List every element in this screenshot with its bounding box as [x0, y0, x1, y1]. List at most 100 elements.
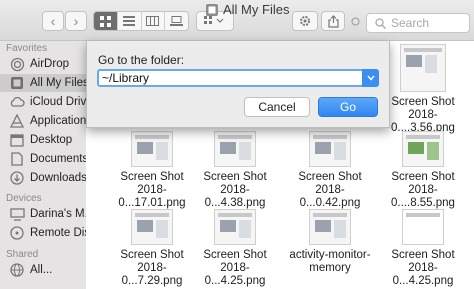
share-icon: [327, 14, 339, 28]
share-button[interactable]: [321, 11, 345, 31]
columns-icon: [146, 16, 160, 26]
tags-button[interactable]: [348, 11, 362, 31]
disc-icon: [9, 225, 25, 241]
file-name-line2: 2018-0...17.01.png: [118, 184, 186, 209]
applications-icon: [9, 113, 25, 129]
window-title-text: All My Files: [223, 2, 290, 17]
file-thumbnail: [214, 131, 256, 167]
sidebar-item-label: All...: [30, 264, 53, 276]
sidebar-item-airdrop[interactable]: AirDrop: [0, 55, 86, 73]
go-button[interactable]: Go: [318, 97, 378, 117]
file-name-line1: Screen Shot: [203, 171, 267, 183]
file-thumbnail: [402, 209, 444, 245]
file-item[interactable]: Screen Shot 2018-0...4.25.png: [378, 209, 468, 288]
file-name-line1: Screen Shot: [203, 249, 267, 261]
chevron-left-icon: ‹: [50, 13, 56, 29]
forward-button[interactable]: ›: [65, 11, 87, 31]
file-name-line1: Screen Shot: [391, 171, 455, 183]
go-to-folder-label: Go to the folder:: [98, 53, 185, 67]
list-view-button[interactable]: [118, 12, 142, 30]
sidebar-item-darinas-mac[interactable]: Darina's M...: [0, 205, 86, 223]
column-view-button[interactable]: [142, 12, 166, 30]
cancel-button[interactable]: Cancel: [244, 97, 310, 117]
file-name-line2: 2018-0...4.25.png: [392, 262, 454, 287]
devices-heading: Devices: [6, 193, 42, 204]
gear-button[interactable]: [292, 11, 318, 31]
downloads-icon: [9, 170, 25, 186]
file-name-line2: 2018-0...4.38.png: [204, 184, 266, 209]
icon-view-button[interactable]: [94, 12, 118, 30]
sidebar-item-label: Darina's M...: [30, 208, 86, 220]
documents-icon: [9, 151, 25, 167]
sidebar-item-label: All My Files: [30, 77, 86, 89]
computer-icon: [9, 206, 25, 222]
file-item[interactable]: Screen Shot 2018-0....3.56.png: [378, 44, 468, 135]
file-item[interactable]: Screen Shot 2018-0...4.25.png: [190, 209, 280, 288]
file-thumbnail: [131, 209, 173, 245]
file-thumbnail: [309, 209, 351, 245]
sidebar-item-label: iCloud Drive: [30, 96, 86, 108]
file-thumbnail: [131, 131, 173, 167]
file-item[interactable]: Screen Shot 2018-0...7.29.png: [107, 209, 197, 288]
network-icon: [9, 262, 25, 278]
cloud-icon: [9, 94, 25, 110]
sidebar-item-documents[interactable]: Documents: [0, 150, 86, 168]
all-files-icon: [9, 75, 25, 91]
file-item[interactable]: Screen Shot 2018-0....8.55.png: [378, 131, 468, 210]
sidebar-item-remote-disc[interactable]: Remote Disc: [0, 224, 86, 242]
file-name-line2: 2018-0...0.42.png: [299, 184, 361, 209]
file-name-line2: 2018-0...7.29.png: [121, 262, 183, 287]
go-to-folder-dialog: Go to the folder: ~/Library Cancel Go: [86, 41, 390, 128]
file-name-line1: Screen Shot: [120, 171, 184, 183]
path-history-dropdown[interactable]: [362, 69, 379, 87]
search-placeholder: Search: [391, 16, 430, 30]
search-icon: [375, 17, 386, 29]
file-name-line1: Screen Shot: [298, 171, 362, 183]
file-item[interactable]: activity-monitor- memory: [285, 209, 375, 275]
sidebar-item-applications[interactable]: Applications: [0, 112, 86, 130]
folder-path-input[interactable]: ~/Library: [97, 69, 379, 87]
file-thumbnail: [400, 44, 446, 92]
back-button[interactable]: ‹: [42, 11, 64, 31]
grid-icon: [99, 15, 111, 27]
sidebar-item-all-shared[interactable]: All...: [0, 261, 86, 279]
view-mode-control: [93, 11, 189, 31]
file-thumbnail: [214, 209, 256, 245]
file-name-line1: activity-monitor-: [289, 249, 371, 261]
folder-path-value: ~/Library: [102, 71, 150, 85]
sidebar-item-label: AirDrop: [30, 58, 69, 70]
gear-icon: [300, 16, 310, 26]
gallery-icon: [170, 16, 184, 26]
sidebar-item-icloud-drive[interactable]: iCloud Drive: [0, 93, 86, 111]
file-name-line1: Screen Shot: [391, 96, 455, 108]
chevron-down-icon: [366, 75, 375, 81]
sidebar-item-label: Remote Disc: [30, 227, 86, 239]
list-icon: [123, 16, 136, 26]
sidebar-item-label: Documents: [30, 153, 86, 165]
file-name-line2: memory: [309, 262, 351, 274]
file-item[interactable]: Screen Shot 2018-0...17.01.png: [107, 131, 197, 210]
desktop-icon: [9, 132, 25, 148]
window-toolbar: ‹ › All My Files Search: [0, 0, 474, 41]
sidebar-item-desktop[interactable]: Desktop: [0, 131, 86, 149]
file-thumbnail: [402, 131, 444, 167]
sidebar-item-label: Desktop: [30, 134, 73, 146]
tag-icon: [351, 17, 359, 25]
file-item[interactable]: Screen Shot 2018-0...0.42.png: [285, 131, 375, 210]
favorites-heading: Favorites: [6, 43, 48, 54]
file-name-line2: 2018-0...4.25.png: [204, 262, 266, 287]
file-thumbnail: [309, 131, 351, 167]
sidebar-item-label: Applications: [30, 115, 86, 127]
file-name-line2: 2018-0....8.55.png: [391, 184, 455, 209]
sidebar-item-label: Downloads: [30, 172, 86, 184]
sidebar-item-downloads[interactable]: Downloads: [0, 169, 86, 187]
search-field[interactable]: Search: [366, 13, 470, 33]
window-title: All My Files: [205, 2, 289, 17]
sidebar-item-all-my-files[interactable]: All My Files: [0, 74, 86, 92]
chevron-right-icon: ›: [73, 13, 79, 29]
file-name-line1: Screen Shot: [391, 249, 455, 261]
all-files-icon: [206, 3, 218, 16]
file-item[interactable]: Screen Shot 2018-0...4.38.png: [190, 131, 280, 210]
gallery-view-button[interactable]: [165, 12, 188, 30]
airdrop-icon: [9, 56, 25, 72]
